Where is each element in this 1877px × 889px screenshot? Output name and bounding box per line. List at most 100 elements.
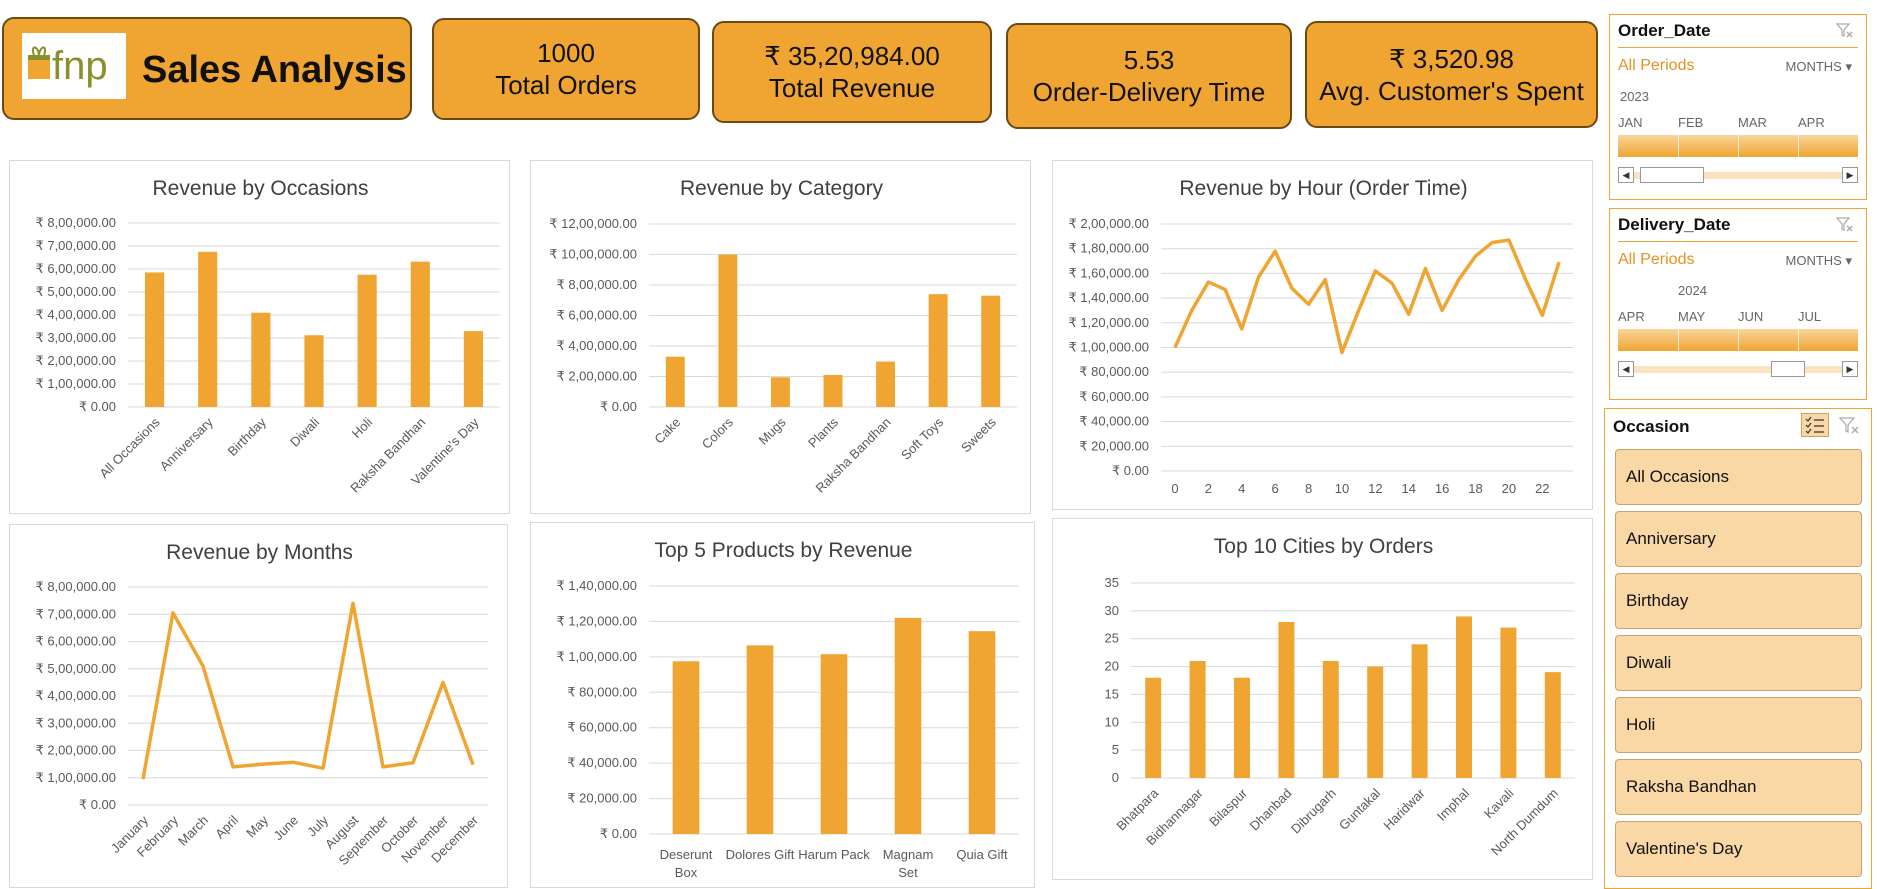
x-tick-label: Kavali	[1481, 785, 1517, 821]
chart-title: Revenue by Category	[680, 177, 884, 200]
x-tick-label: Guntakal	[1336, 785, 1383, 832]
x-tick-label: 12	[1368, 481, 1382, 496]
occasion-item[interactable]: Holi	[1615, 697, 1862, 753]
scroll-left-icon[interactable]: ◀	[1618, 361, 1634, 377]
scroll-thumb[interactable]	[1771, 361, 1805, 377]
y-tick-label: ₹ 40,000.00	[567, 755, 637, 770]
data-point	[1525, 279, 1527, 281]
occasion-item[interactable]: Birthday	[1615, 573, 1862, 629]
y-tick-label: ₹ 3,00,000.00	[35, 330, 116, 345]
data-point	[1291, 287, 1293, 289]
y-tick-label: 25	[1105, 631, 1119, 646]
y-tick-label: ₹ 80,000.00	[1079, 364, 1149, 379]
x-tick-label: Holi	[349, 414, 376, 441]
bar	[968, 631, 996, 834]
y-tick-label: ₹ 6,00,000.00	[35, 634, 116, 649]
y-tick-label: ₹ 1,40,000.00	[1068, 290, 1149, 305]
occasion-slicer[interactable]: Occasion All Occasions Anniversary Birth…	[1604, 408, 1872, 889]
multi-select-icon[interactable]	[1801, 413, 1829, 437]
data-point	[292, 761, 294, 763]
y-tick-label: ₹ 2,00,000.00	[35, 353, 116, 368]
bar	[718, 254, 738, 407]
chart-title: Revenue by Months	[166, 541, 353, 564]
bar	[894, 617, 922, 834]
data-point	[1475, 255, 1477, 257]
kpi-label: Avg. Customer's Spent	[1319, 75, 1584, 106]
data-point	[1458, 279, 1460, 281]
dashboard-title: Sales Analysis	[142, 49, 407, 91]
period-unit-dropdown[interactable]: MONTHS ▾	[1786, 59, 1853, 75]
clear-filter-icon[interactable]	[1836, 217, 1854, 233]
timeline-year: 2023	[1620, 89, 1649, 104]
data-point	[1441, 309, 1443, 311]
delivery-date-timeline[interactable]: Delivery_Date All Periods MONTHS ▾ 2024 …	[1609, 208, 1867, 400]
timeline-months: APR MAY JUN JUL	[1618, 309, 1822, 324]
bar	[145, 272, 165, 407]
y-tick-label: ₹ 2,00,000.00	[1068, 216, 1149, 231]
all-periods-label[interactable]: All Periods	[1618, 57, 1694, 75]
x-tick-label: March	[175, 813, 211, 849]
x-tick-label: 16	[1435, 481, 1449, 496]
occasion-item[interactable]: Anniversary	[1615, 511, 1862, 567]
kpi-order-delivery-time: 5.53 Order-Delivery Time	[1006, 23, 1292, 129]
bar	[770, 377, 790, 407]
x-tick-label: Cake	[651, 415, 683, 447]
bar	[463, 331, 483, 407]
data-point	[1424, 267, 1426, 269]
occasion-item[interactable]: Raksha Bandhan	[1615, 759, 1862, 815]
x-tick-label: Dibrugarh	[1288, 786, 1339, 837]
data-point	[172, 612, 174, 614]
data-point	[472, 764, 474, 766]
occasion-item[interactable]: Diwali	[1615, 635, 1862, 691]
occasion-item[interactable]: Valentine's Day	[1615, 821, 1862, 877]
y-tick-label: ₹ 1,00,000.00	[35, 376, 116, 391]
scroll-right-icon[interactable]: ▶	[1842, 361, 1858, 377]
data-point	[1257, 276, 1259, 278]
scroll-thumb[interactable]	[1640, 167, 1704, 183]
x-tick-label: Quia Gift	[956, 847, 1008, 862]
chart-svg: Top 10 Cities by Orders05101520253035Bha…	[1105, 535, 1575, 858]
data-point	[1241, 328, 1243, 330]
series-line	[1173, 238, 1561, 355]
x-tick-label: Mugs	[755, 414, 788, 447]
timeline-bar[interactable]	[1618, 135, 1858, 157]
data-point	[412, 762, 414, 764]
scroll-left-icon[interactable]: ◀	[1618, 167, 1634, 183]
x-tick-label: 2	[1205, 481, 1212, 496]
bar	[820, 654, 848, 834]
y-tick-label: ₹ 1,20,000.00	[556, 613, 637, 628]
y-tick-label: ₹ 7,00,000.00	[35, 238, 116, 253]
y-tick-label: ₹ 1,00,000.00	[556, 649, 637, 664]
bar	[928, 294, 948, 407]
kpi-value: 1000	[537, 38, 595, 68]
bar	[746, 645, 774, 834]
order-date-timeline[interactable]: Order_Date All Periods MONTHS ▾ 2023 JAN…	[1609, 14, 1867, 200]
y-tick-label: ₹ 0.00	[600, 399, 637, 414]
chevron-down-icon: ▾	[1845, 253, 1852, 268]
clear-filter-icon[interactable]	[1839, 417, 1861, 435]
data-point	[1508, 239, 1510, 241]
y-tick-label: ₹ 1,80,000.00	[1068, 241, 1149, 256]
timeline-scrollbar[interactable]: ◀ ▶	[1618, 167, 1858, 183]
y-tick-label: 35	[1105, 575, 1119, 590]
data-point	[382, 766, 384, 768]
bar	[876, 361, 896, 407]
occasion-item[interactable]: All Occasions	[1615, 449, 1862, 505]
chart-revenue-by-hour: Revenue by Hour (Order Time) ₹ 0.00 ₹ 20,0…	[1052, 160, 1593, 510]
x-tick-label: Soft Toys	[898, 414, 947, 463]
bar	[1189, 661, 1206, 778]
bar	[198, 251, 218, 407]
data-point	[1358, 309, 1360, 311]
bar	[1544, 672, 1561, 778]
timeline-bar[interactable]	[1618, 329, 1858, 351]
timeline-scrollbar[interactable]: ◀ ▶	[1618, 361, 1858, 377]
all-periods-label[interactable]: All Periods	[1618, 251, 1694, 269]
y-tick-label: 10	[1105, 714, 1119, 729]
period-unit-dropdown[interactable]: MONTHS ▾	[1786, 253, 1853, 269]
data-point	[1191, 309, 1193, 311]
y-tick-label: ₹ 0.00	[79, 797, 116, 812]
y-tick-label: ₹ 8,00,000.00	[35, 579, 116, 594]
clear-filter-icon[interactable]	[1836, 23, 1854, 39]
bar	[1500, 627, 1517, 778]
scroll-right-icon[interactable]: ▶	[1842, 167, 1858, 183]
